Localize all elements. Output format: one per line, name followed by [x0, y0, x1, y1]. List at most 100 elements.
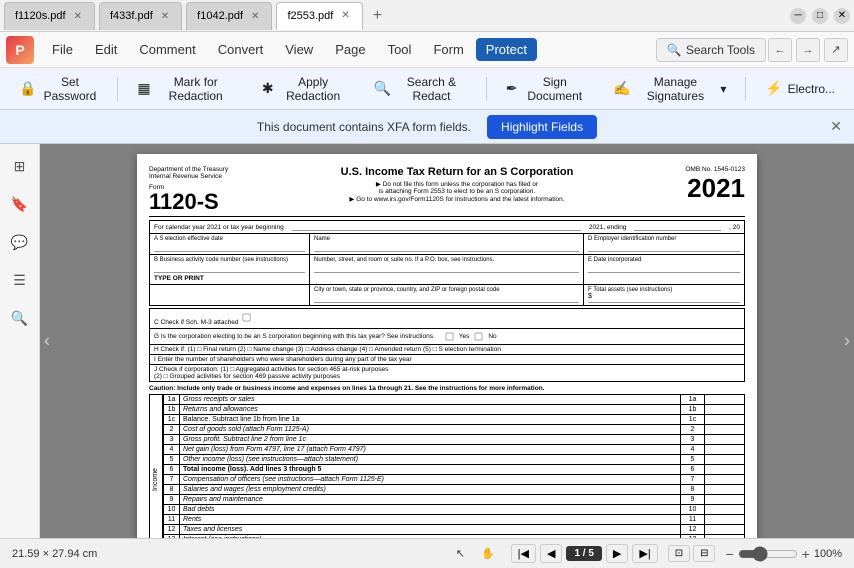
zoom-level: 100% [814, 548, 842, 560]
table-row: 11 Rents 11 [164, 515, 745, 525]
question-g-no-label: No [488, 333, 496, 340]
toolbar: 🔒 Set Password ▦ Mark for Redaction ✱ Ap… [0, 68, 854, 110]
calendar-year-label: For calendar year 2021 or tax year begin… [154, 224, 284, 231]
tab-label: f433f.pdf [110, 10, 153, 22]
table-row: 1c Balance. Subtract line 1b from line 1… [164, 415, 745, 425]
form-number: 1120-S [149, 191, 269, 213]
prev-page-button[interactable]: ◀ [540, 544, 562, 563]
forward-button[interactable]: → [796, 38, 820, 62]
search-redact-button[interactable]: 🔍 Search & Redact [363, 69, 478, 109]
table-row: 4 Net gain (loss) from Form 4797, line 1… [164, 445, 745, 455]
question-g-yes-checkbox[interactable] [445, 333, 453, 341]
menu-file[interactable]: File [42, 38, 83, 61]
add-tab-button[interactable]: + [367, 5, 388, 27]
table-row: 12 Taxes and licenses 12 [164, 525, 745, 535]
page-controls: |◀ ◀ 1 / 5 ▶ ▶| [511, 544, 658, 563]
menu-protect[interactable]: Protect [476, 38, 537, 61]
question-h-label: H Check if: (1) □ Final return (2) □ Nam… [154, 346, 501, 353]
table-row: 6 Total income (loss). Add lines 3 throu… [164, 465, 745, 475]
question-g-no-checkbox[interactable] [475, 333, 483, 341]
electronic-button[interactable]: ⚡ Electro... [754, 74, 846, 103]
document-scroll[interactable]: Department of the Treasury Internal Reve… [40, 144, 854, 538]
field-c-checkbox[interactable] [243, 314, 251, 322]
income-side-label: Income [149, 394, 163, 538]
sidebar-bookmark-icon[interactable]: 🔖 [6, 190, 34, 218]
tab-f1042[interactable]: f1042.pdf ✕ [186, 2, 272, 30]
mark-redaction-button[interactable]: ▦ Mark for Redaction [126, 69, 247, 109]
document-area: ‹ Department of the Treasury Internal Re… [40, 144, 854, 538]
form-subtitle1: ▶ Do not file this form unless the corpo… [277, 180, 637, 188]
tab-close-f1120s[interactable]: ✕ [72, 11, 84, 22]
close-button[interactable]: ✕ [834, 8, 850, 24]
sign-icon: ✒ [506, 80, 518, 97]
set-password-button[interactable]: 🔒 Set Password [8, 69, 109, 109]
search-tools-button[interactable]: 🔍 Search Tools [656, 38, 766, 62]
sidebar-search-icon[interactable]: 🔍 [6, 304, 34, 332]
form-subtitle3: ▶ Go to www.irs.gov/Form1120S for instru… [277, 195, 637, 203]
menu-page[interactable]: Page [325, 38, 375, 61]
question-j2-label: (2) □ Grouped activities for section 469… [154, 373, 740, 380]
form-dept2: Internal Revenue Service [149, 173, 269, 180]
table-row: 7 Compensation of officers (see instruct… [164, 475, 745, 485]
page-nav-right-arrow[interactable]: › [844, 331, 850, 352]
form-subtitle2: is attaching Form 2553 to elect to be an… [277, 188, 637, 195]
menu-edit[interactable]: Edit [85, 38, 127, 61]
sidebar-comment-icon[interactable]: 💬 [6, 228, 34, 256]
table-row: 13 Interest (see instructions) 13 [164, 535, 745, 539]
app-logo: P [6, 36, 34, 64]
sign-document-button[interactable]: ✒ Sign Document [495, 69, 598, 109]
select-tool[interactable]: ↖ [450, 545, 471, 562]
fit-buttons: ⊡ ⊟ [668, 545, 716, 562]
next-page-button[interactable]: ▶ [606, 544, 628, 563]
manage-signatures-button[interactable]: ✍ Manage Signatures ▾ [602, 69, 737, 109]
menu-form[interactable]: Form [423, 38, 473, 61]
tab-f2553[interactable]: f2553.pdf ✕ [276, 2, 362, 30]
form-dept: Department of the Treasury [149, 166, 269, 173]
toolbar-separator-2 [486, 77, 487, 101]
maximize-button[interactable]: □ [812, 8, 828, 24]
sidebar-layers-icon[interactable]: ☰ [6, 266, 34, 294]
tab-label: f2553.pdf [287, 10, 333, 22]
form-year: 2021 [645, 173, 745, 204]
banner-close-button[interactable]: ✕ [830, 118, 842, 135]
last-page-button[interactable]: ▶| [632, 544, 657, 563]
question-j1-label: J Check if corporation: (1) □ Aggregated… [154, 366, 740, 373]
fit-page-button[interactable]: ⊡ [668, 545, 690, 562]
type-print-label: TYPE OR PRINT [154, 275, 305, 282]
apply-redaction-button[interactable]: ✱ Apply Redaction [251, 69, 359, 109]
zoom-out-button[interactable]: − [725, 546, 733, 562]
menu-comment[interactable]: Comment [129, 38, 205, 61]
document-page: Department of the Treasury Internal Reve… [137, 154, 757, 538]
sidebar-home-icon[interactable]: ⊞ [6, 152, 34, 180]
external-link-button[interactable]: ↗ [824, 38, 848, 62]
tab-strip: f1120s.pdf ✕ f433f.pdf ✕ f1042.pdf ✕ f25… [4, 2, 788, 30]
table-row: 3 Gross profit. Subtract line 2 from lin… [164, 435, 745, 445]
dropdown-arrow-icon: ▾ [720, 82, 726, 96]
page-dimensions: 21.59 × 27.94 cm [12, 548, 97, 560]
back-button[interactable]: ← [768, 38, 792, 62]
zoom-in-button[interactable]: + [802, 546, 810, 562]
tab-close-f2553[interactable]: ✕ [339, 10, 351, 21]
fit-width-button[interactable]: ⊟ [693, 545, 715, 562]
tab-label: f1120s.pdf [15, 10, 66, 22]
minimize-button[interactable]: ─ [790, 8, 806, 24]
highlight-fields-button[interactable]: Highlight Fields [487, 115, 597, 139]
menu-bar: P File Edit Comment Convert View Page To… [0, 32, 854, 68]
page-nav-left-arrow[interactable]: ‹ [44, 331, 50, 352]
menu-tool[interactable]: Tool [378, 38, 422, 61]
hand-tool[interactable]: ✋ [475, 545, 501, 562]
first-page-button[interactable]: |◀ [511, 544, 536, 563]
tab-f1120s[interactable]: f1120s.pdf ✕ [4, 2, 95, 30]
calendar-year-end2: , 20 [729, 224, 740, 231]
calendar-year-end: 2021, ending [589, 224, 627, 231]
page-indicator: 1 / 5 [566, 546, 601, 561]
tab-close-f1042[interactable]: ✕ [249, 11, 261, 22]
menu-convert[interactable]: Convert [208, 38, 274, 61]
zoom-slider[interactable] [738, 546, 798, 562]
title-bar: f1120s.pdf ✕ f433f.pdf ✕ f1042.pdf ✕ f25… [0, 0, 854, 32]
menu-view[interactable]: View [275, 38, 323, 61]
tab-close-f433f[interactable]: ✕ [159, 11, 171, 22]
table-row: 1b Returns and allowances 1b [164, 405, 745, 415]
tab-f433f[interactable]: f433f.pdf ✕ [99, 2, 182, 30]
table-row: 9 Repairs and maintenance 9 [164, 495, 745, 505]
